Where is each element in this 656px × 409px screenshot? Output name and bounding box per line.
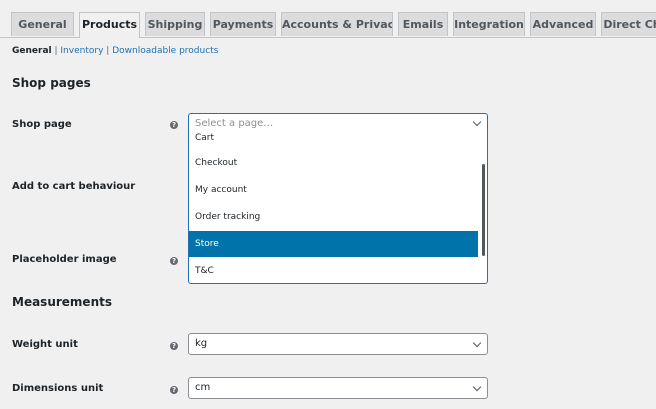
- subnav-downloadable-products[interactable]: Downloadable products: [112, 46, 218, 56]
- dropdown-option-cart[interactable]: Cart: [189, 125, 478, 151]
- tab-accounts-privacy[interactable]: Accounts & Privacy: [281, 12, 393, 36]
- tab-payments[interactable]: Payments: [210, 12, 276, 36]
- chevron-down-icon: [472, 338, 482, 348]
- weight-unit-label: Weight unit: [12, 339, 78, 350]
- shop-pages-heading: Shop pages: [12, 76, 91, 90]
- dropdown-scrollbar[interactable]: [482, 164, 485, 256]
- dropdown-option-checkout[interactable]: Checkout: [189, 150, 478, 176]
- tab-emails[interactable]: Emails: [398, 12, 448, 36]
- tab-products[interactable]: Products: [79, 12, 140, 38]
- tab-shipping[interactable]: Shipping: [145, 12, 205, 36]
- tab-direct-checkout[interactable]: Direct Ch: [601, 12, 656, 36]
- dropdown-option-store[interactable]: Store: [189, 231, 478, 257]
- section-subnav: General | Inventory | Downloadable produ…: [12, 46, 218, 56]
- help-icon[interactable]: ?: [170, 386, 178, 394]
- tab-general[interactable]: General: [11, 12, 74, 36]
- shop-page-label: Shop page: [12, 119, 72, 130]
- tab-integration[interactable]: Integration: [453, 12, 525, 36]
- add-to-cart-behaviour-label: Add to cart behaviour: [12, 181, 136, 192]
- dropdown-option-tc[interactable]: T&C: [189, 258, 478, 283]
- help-icon[interactable]: ?: [170, 257, 178, 265]
- subnav-separator: |: [106, 46, 110, 56]
- dropdown-option-my-account[interactable]: My account: [189, 177, 478, 203]
- dropdown-option-order-tracking[interactable]: Order tracking: [189, 204, 478, 230]
- weight-unit-value: kg: [195, 338, 208, 349]
- shop-page-dropdown[interactable]: Select a page… Cart Checkout My account …: [188, 113, 488, 284]
- tab-advanced[interactable]: Advanced: [530, 12, 596, 36]
- measurements-heading: Measurements: [12, 295, 112, 309]
- chevron-down-icon: [472, 382, 482, 392]
- subnav-separator: |: [54, 46, 58, 56]
- weight-unit-select[interactable]: kg: [188, 333, 488, 355]
- help-icon[interactable]: ?: [170, 342, 178, 350]
- help-icon[interactable]: ?: [170, 121, 178, 129]
- dimensions-unit-label: Dimensions unit: [12, 383, 104, 394]
- subnav-general[interactable]: General: [12, 46, 52, 56]
- dimensions-unit-value: cm: [195, 382, 211, 393]
- dimensions-unit-select[interactable]: cm: [188, 377, 488, 399]
- settings-tabs: General Products Shipping Payments Accou…: [0, 0, 656, 38]
- placeholder-image-label: Placeholder image: [12, 254, 117, 265]
- subnav-inventory[interactable]: Inventory: [60, 46, 103, 56]
